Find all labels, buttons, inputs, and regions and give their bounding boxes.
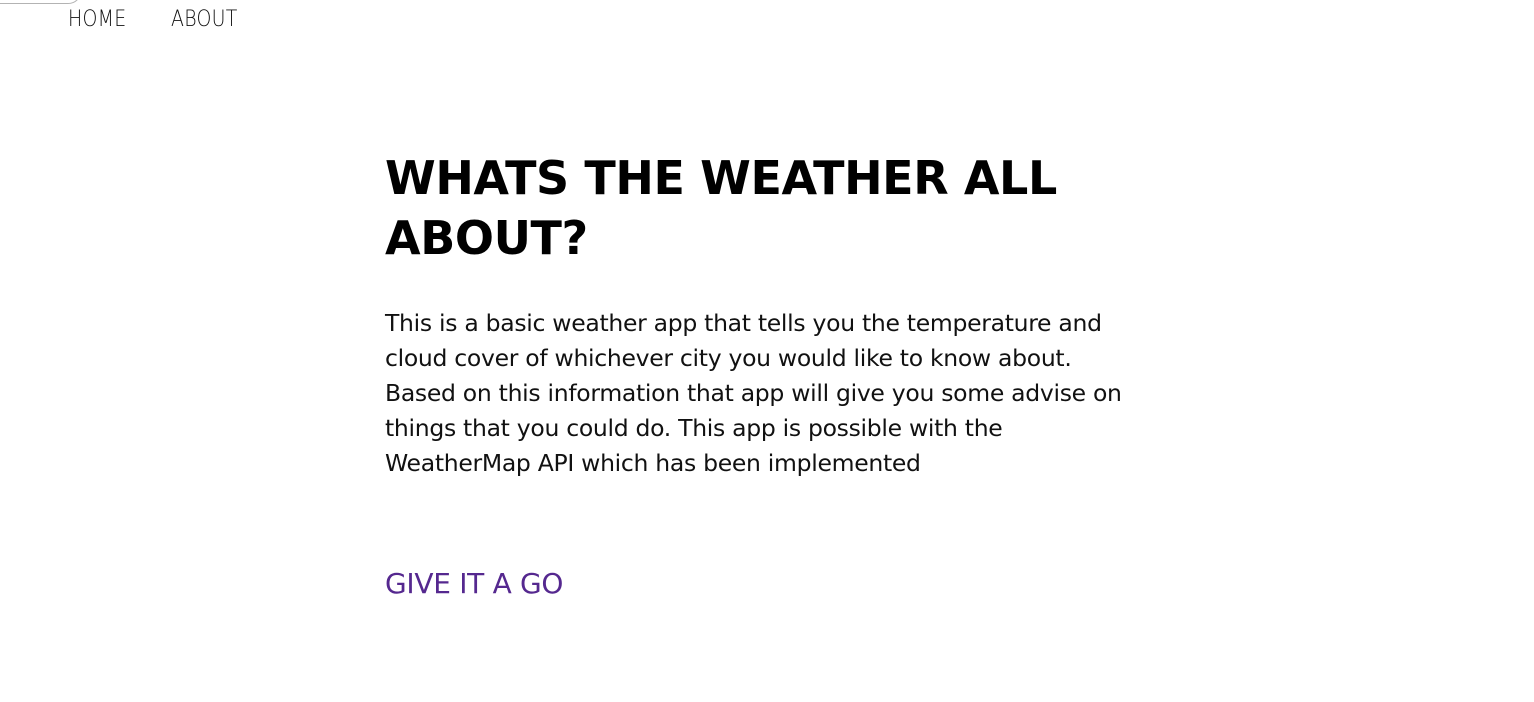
app-description: This is a basic weather app that tells y…: [385, 309, 1122, 477]
nav-about-link[interactable]: ABOUT: [171, 7, 238, 32]
give-it-a-go-link[interactable]: GIVE IT A GO: [385, 567, 563, 600]
nav-home-link[interactable]: HOME: [68, 7, 126, 32]
main-content: WHATS THE WEATHER ALL ABOUT? This is a b…: [385, 148, 1145, 600]
page-title: WHATS THE WEATHER ALL ABOUT?: [385, 151, 1057, 265]
top-nav: HOME ABOUT: [68, 7, 248, 32]
corner-tab[interactable]: [0, 0, 82, 4]
